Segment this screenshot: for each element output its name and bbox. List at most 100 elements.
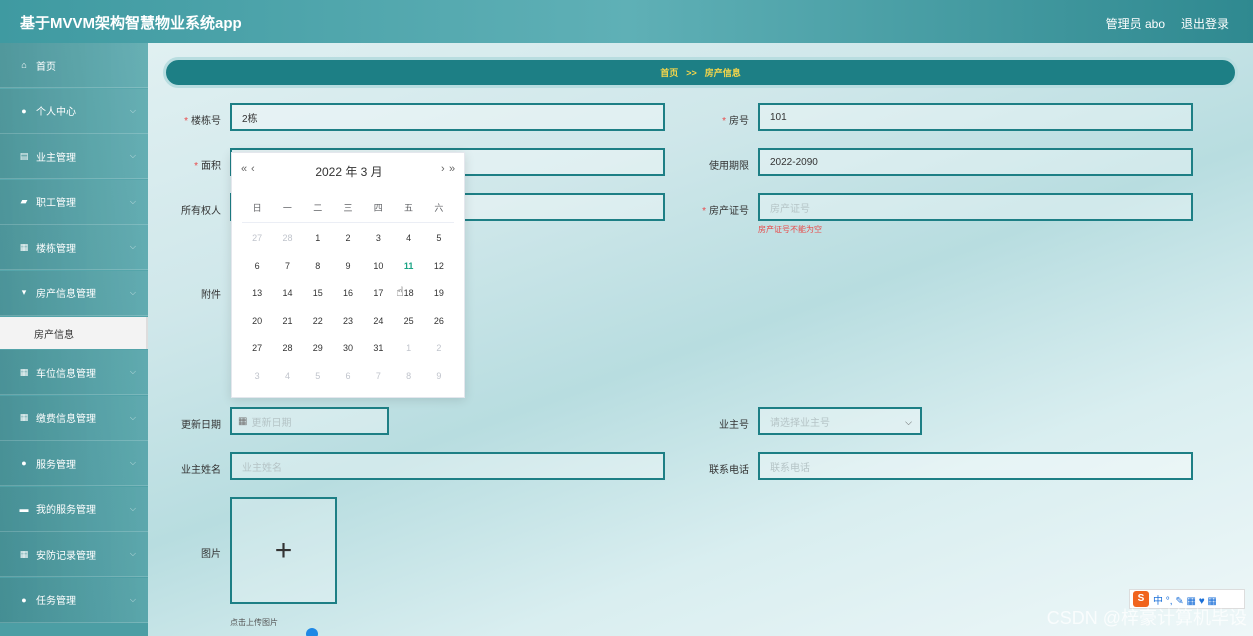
calendar-day[interactable]: 8 (303, 253, 333, 281)
user-icon: ● (21, 594, 27, 605)
sidebar-item-5[interactable]: ▾ 房产信息管理 ⌵ (0, 270, 148, 316)
breadcrumb-current: 房产信息 (704, 68, 741, 78)
cert-error: 房产证号不能为空 (758, 225, 822, 234)
sidebar-item-8[interactable]: ● 服务管理 ⌵ (0, 441, 148, 486)
calendar-day[interactable]: 9 (424, 363, 454, 391)
calendar-day[interactable]: 26 (424, 308, 454, 336)
update-date-input[interactable]: ▦ 更新日期 (230, 407, 389, 435)
sidebar-item-6[interactable]: ▦ 车位信息管理 ⌵ (0, 350, 148, 395)
top-header: 基于MVVM架构智慧物业系统app 管理员 abo 退出登录 (0, 0, 1253, 43)
calendar-day[interactable]: 5 (424, 225, 454, 253)
breadcrumb-separator: >> (686, 67, 697, 78)
owner-no-select[interactable]: 请选择业主号 ⌵ (758, 407, 922, 435)
sidebar-item-10[interactable]: ▦ 安防记录管理 ⌵ (0, 532, 148, 577)
sidebar-subitem-property-info[interactable]: 房产信息 (0, 317, 148, 349)
calendar-day[interactable]: 10 (363, 253, 393, 281)
weekday-label: 三 (343, 203, 353, 213)
calendar-day[interactable]: 24 (363, 308, 393, 336)
owner-label: 所有权人 (181, 206, 221, 217)
calendar-day[interactable]: 7 (363, 363, 393, 391)
sidebar-item-label: 车位信息管理 (36, 368, 96, 380)
calendar-day[interactable]: 16 (333, 280, 363, 308)
calendar-day[interactable]: 20 (242, 308, 272, 336)
calendar-day[interactable]: 31 (363, 335, 393, 363)
calendar-day[interactable]: 1 (303, 225, 333, 253)
weekday-header: 日一二三四五六 (242, 201, 454, 223)
pin-icon: ▾ (21, 287, 27, 297)
calendar-day[interactable]: 3 (363, 225, 393, 253)
calendar-day[interactable]: 6 (333, 363, 363, 391)
calendar-day[interactable]: 29 (303, 335, 333, 363)
calendar-day[interactable]: 23 (333, 308, 363, 336)
calendar-day[interactable]: 17 (363, 280, 393, 308)
calendar-day[interactable]: 8 (393, 363, 423, 391)
image-upload-button[interactable]: + (230, 497, 337, 604)
sidebar-item-label: 我的服务管理 (36, 505, 96, 516)
chevron-down-icon: ⌵ (129, 503, 136, 513)
sidebar-item-3[interactable]: ▰ 职工管理 ⌵ (0, 179, 148, 225)
cert-input[interactable]: 房产证号 (758, 193, 1193, 221)
thumbs-up-icon: ▰ (20, 196, 28, 206)
calendar-day[interactable]: 13 (242, 280, 272, 308)
breadcrumb-home[interactable]: 首页 (660, 66, 678, 79)
calendar-day[interactable]: 9 (333, 253, 363, 281)
room-input[interactable]: 101 (758, 103, 1193, 131)
calendar-day[interactable]: 28 (272, 335, 302, 363)
current-user: 管理员 abo (1105, 17, 1165, 31)
next-month-button[interactable]: › (441, 163, 445, 175)
term-input[interactable]: 2022-2090 (758, 148, 1193, 176)
calendar-day[interactable]: 5 (303, 363, 333, 391)
calendar-icon: ▦ (238, 415, 248, 427)
sidebar-item-label: 首页 (36, 61, 56, 73)
calendar-day[interactable]: 3 (242, 363, 272, 391)
sidebar-item-7[interactable]: ▦ 缴费信息管理 ⌵ (0, 395, 148, 441)
owner-no-label: 业主号 (719, 420, 749, 431)
chevron-down-icon: ⌵ (129, 412, 136, 422)
chevron-down-icon: ⌵ (129, 242, 136, 251)
grid-icon: ▦ (19, 241, 29, 252)
date-picker-title: 2022 年 3 月 (315, 165, 383, 179)
calendar-day[interactable]: 19 (424, 280, 454, 308)
owner-name-input[interactable]: 业主姓名 (230, 452, 665, 480)
calendar-day[interactable]: 15 (303, 280, 333, 308)
calendar-day[interactable]: 27 (242, 335, 272, 363)
calendar-day[interactable]: 14 (272, 280, 302, 308)
sidebar-item-1[interactable]: ● 个人中心 ⌵ (0, 88, 148, 134)
next-year-button[interactable]: » (449, 163, 455, 175)
calendar-day[interactable]: 11 (393, 253, 423, 281)
sidebar-item-label: 任务管理 (36, 596, 76, 607)
chevron-down-icon: ⌵ (129, 549, 136, 558)
building-label: * 楼栋号 (184, 116, 221, 127)
sidebar-item-4[interactable]: ▦ 楼栋管理 ⌵ (0, 225, 148, 270)
calendar-day[interactable]: 2 (424, 335, 454, 363)
room-label: * 房号 (722, 116, 749, 127)
sidebar-item-0[interactable]: ⌂ 首页 (0, 43, 148, 88)
grid-icon: ▦ (19, 412, 29, 422)
calendar-day[interactable]: 27 (242, 225, 272, 253)
calendar-day[interactable]: 4 (393, 225, 423, 253)
calendar-day[interactable]: 25 (393, 308, 423, 336)
calendar-day[interactable]: 4 (272, 363, 302, 391)
calendar-day[interactable]: 22 (303, 308, 333, 336)
user-icon: ● (21, 105, 27, 116)
building-input[interactable]: 2栋 (230, 103, 665, 131)
calendar-day[interactable]: 12 (424, 253, 454, 281)
phone-label: 联系电话 (709, 465, 749, 476)
home-icon: ⌂ (21, 60, 27, 70)
calendar-day[interactable]: 21 (272, 308, 302, 336)
calendar-day[interactable]: 28 (272, 225, 302, 253)
sidebar-item-11[interactable]: ● 任务管理 ⌵ (0, 577, 148, 623)
chevron-down-icon: ⌵ (129, 151, 136, 160)
calendar-day[interactable]: 7 (272, 253, 302, 281)
scroll-indicator[interactable] (306, 628, 318, 636)
calendar-day[interactable]: 6 (242, 253, 272, 281)
calendar-day[interactable]: 1 (393, 335, 423, 363)
sidebar-item-2[interactable]: ▤ 业主管理 ⌵ (0, 134, 148, 179)
calendar-day[interactable]: 2 (333, 225, 363, 253)
sidebar-item-9[interactable]: ▬ 我的服务管理 ⌵ (0, 486, 148, 532)
term-label: 使用期限 (709, 161, 749, 172)
phone-input[interactable]: 联系电话 (758, 452, 1193, 480)
calendar-day[interactable]: 30 (333, 335, 363, 363)
logout-link[interactable]: 退出登录 (1181, 15, 1229, 32)
sidebar-item-label: 房产信息管理 (36, 289, 96, 300)
